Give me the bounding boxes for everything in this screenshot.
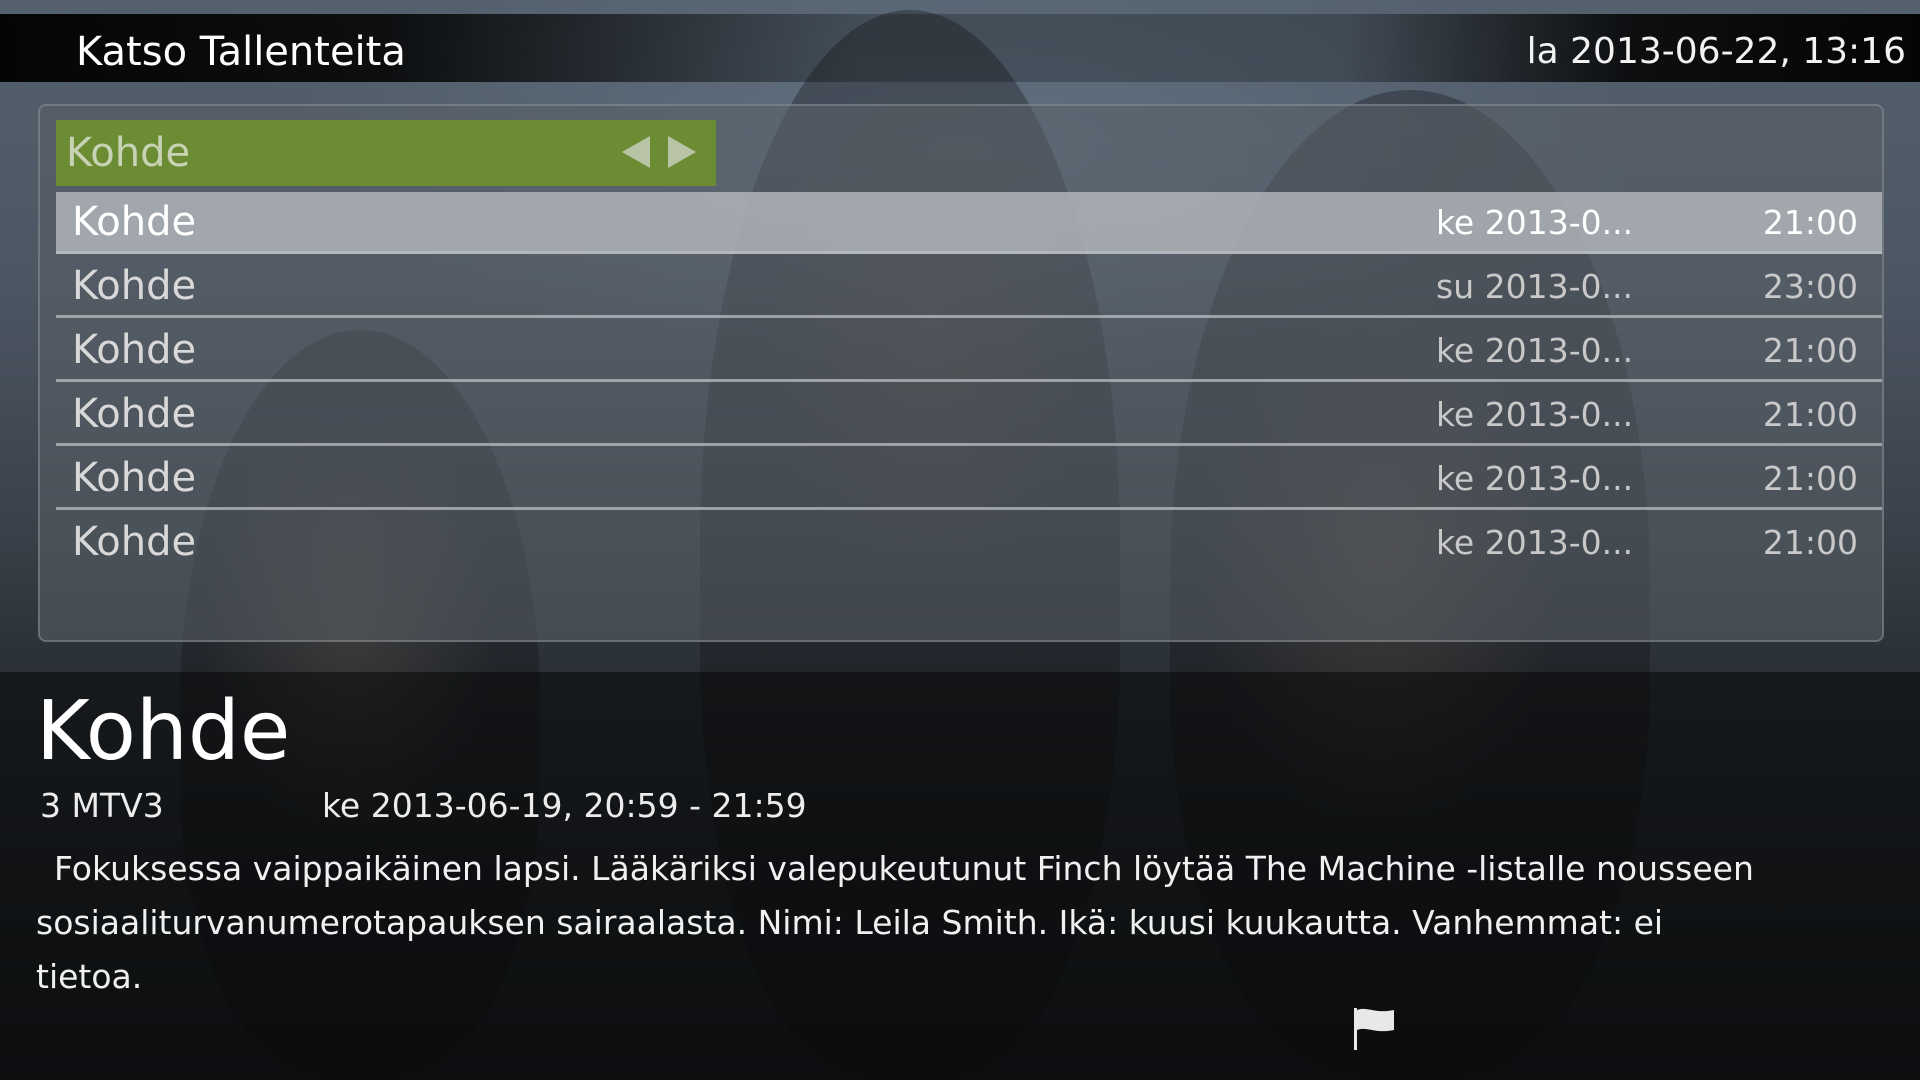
recording-time: 21:00 — [1762, 395, 1858, 434]
filter-selector[interactable]: Kohde — [56, 120, 716, 186]
recording-date: ke 2013-0... — [1436, 523, 1634, 562]
recording-date: su 2013-0... — [1436, 267, 1633, 306]
recording-row[interactable]: Kohde ke 2013-0... 21:00 — [56, 448, 1882, 510]
page-title: Katso Tallenteita — [76, 29, 406, 75]
program-title: Kohde — [36, 684, 291, 779]
filter-label: Kohde — [66, 130, 191, 176]
program-channel: 3 MTV3 — [40, 786, 164, 825]
recording-time: 21:00 — [1762, 523, 1858, 562]
recording-date: ke 2013-0... — [1436, 395, 1634, 434]
arrow-right-icon[interactable] — [668, 136, 696, 168]
recording-row[interactable]: Kohde ke 2013-0... 21:00 — [56, 192, 1882, 254]
recording-time: 23:00 — [1762, 267, 1858, 306]
recordings-screen: Katso Tallenteita la 2013-06-22, 13:16 K… — [0, 0, 1920, 1080]
recording-title: Kohde — [72, 263, 197, 309]
recording-row[interactable]: Kohde ke 2013-0... 21:00 — [56, 320, 1882, 382]
recording-time: 21:00 — [1762, 203, 1858, 242]
recording-date: ke 2013-0... — [1436, 203, 1634, 242]
recording-title: Kohde — [72, 199, 197, 245]
recording-title: Kohde — [72, 391, 197, 437]
recording-title: Kohde — [72, 455, 197, 501]
clock: la 2013-06-22, 13:16 — [1526, 31, 1906, 72]
recording-row[interactable]: Kohde ke 2013-0... 21:00 — [56, 512, 1882, 574]
program-description: Fokuksessa vaippaikäinen lapsi. Lääkärik… — [36, 849, 1754, 996]
program-details: Kohde 3 MTV3 ke 2013-06-19, 20:59 - 21:5… — [0, 672, 1920, 1080]
flag-icon — [1354, 1008, 1394, 1050]
recording-time: 21:00 — [1762, 331, 1858, 370]
recording-date: ke 2013-0... — [1436, 331, 1634, 370]
recording-title: Kohde — [72, 327, 197, 373]
top-bar: Katso Tallenteita la 2013-06-22, 13:16 — [0, 14, 1920, 82]
recording-time: 21:00 — [1762, 459, 1858, 498]
recording-row[interactable]: Kohde su 2013-0... 23:00 — [56, 256, 1882, 318]
recording-date: ke 2013-0... — [1436, 459, 1634, 498]
arrow-left-icon[interactable] — [622, 136, 650, 168]
recording-title: Kohde — [72, 519, 197, 565]
program-airtime: ke 2013-06-19, 20:59 - 21:59 — [322, 786, 807, 825]
recordings-list-panel: Kohde Kohde ke 2013-0... 21:00 Kohde su … — [38, 104, 1884, 642]
recording-row[interactable]: Kohde ke 2013-0... 21:00 — [56, 384, 1882, 446]
